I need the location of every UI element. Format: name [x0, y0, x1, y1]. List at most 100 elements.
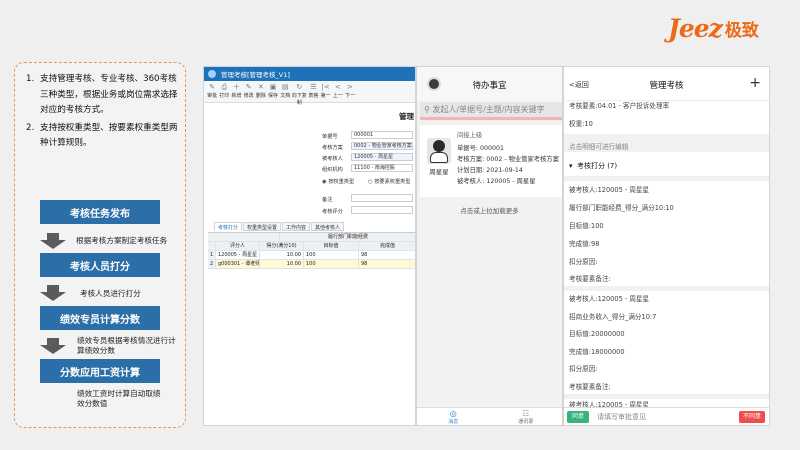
user-avatar-icon [427, 138, 451, 164]
opinion-input[interactable]: 请填写审批意见 [597, 411, 646, 423]
card-name: 周星星 [429, 168, 449, 176]
window-title: 管理考核[管理考核_V1] [221, 71, 290, 79]
toolbar-approve-button[interactable]: ✎ 审批 [206, 81, 218, 102]
step-publish: 考核任务发布 [40, 200, 160, 224]
todo-card[interactable]: 周星星 间接上级 单据号: 000001 考核方案: 0002 - 物业管家考核… [420, 125, 562, 197]
section-toggle[interactable]: ▾ 考核打分 (7) [569, 161, 617, 171]
tab-weight-settings[interactable]: 权重类型设置 [243, 222, 282, 231]
item-line: 目标值:100 [569, 222, 604, 230]
radio-label: 按要素权重类型 [374, 179, 411, 185]
window-titlebar: 管理考核[管理考核_V1] [204, 67, 415, 81]
feature-points: 1. 支持管理考核、专业考核、360考核三种类型，根据业务或岗位需求选择对应的考… [18, 72, 182, 152]
edit-icon: ✎ [245, 83, 252, 91]
detail-title: 管理考核 [649, 81, 684, 91]
agree-button[interactable]: 同意 [567, 411, 589, 423]
tab-other-raters[interactable]: 其他考核人 [311, 222, 345, 231]
grid-header: 评分人 得分(满分10) 目标值 完成值 [208, 242, 415, 251]
mobile-detail-screen: <返回 管理考核 + 考核要素:04.01 - 客户投诉处理率 权重:10 点击… [563, 66, 770, 426]
cell-score[interactable]: 10.00 [260, 251, 304, 259]
card-line: 计划日期: 2021-09-14 [457, 167, 523, 174]
toolbar-delete-button[interactable]: ✕ 删除 [255, 81, 267, 102]
toolbar-prev-button[interactable]: < 上一 [332, 81, 344, 102]
radio-factor-weight-type[interactable]: ○ 按要素权重类型 [368, 178, 411, 185]
doc-number-field[interactable]: 000001 [351, 131, 413, 139]
item-line: 完成值:18000000 [569, 348, 625, 356]
table-icon: ☰ [310, 83, 317, 91]
table-row[interactable]: 2 g000301 - 谭老师 10.00 100 98 [208, 260, 415, 269]
item-line: 目标值:20000000 [569, 330, 625, 338]
next-icon: > [347, 83, 353, 91]
toolbar-edit-button[interactable]: ✎ 修改 [243, 81, 255, 102]
remark-field[interactable] [351, 194, 413, 202]
field-label: 单据号 [322, 134, 338, 140]
step-desc: 绩效专员根据考核情况进行计算绩效分数 [77, 336, 176, 355]
todo-title: 待办事宜 [472, 81, 507, 91]
item-line: 被考核人:120005 - 周星星 [569, 186, 650, 194]
first-icon: |< [321, 83, 330, 91]
plan-field[interactable]: 0002 - 物业管家考核方案 [351, 142, 413, 150]
field-label: 被考核人 [322, 156, 343, 162]
step-desc: 根据考核方案制定考核任务 [76, 236, 168, 245]
radio-label: 按权重类型 [328, 179, 355, 185]
card-line: 被考核人: 120005 - 周星星 [457, 178, 536, 185]
field-label: 组织机构 [322, 167, 343, 173]
step-salary: 分数应用工资计算 [40, 359, 160, 383]
add-icon[interactable]: + [749, 75, 761, 91]
edit-hint: 点击明细可进行编辑 [569, 143, 629, 151]
card-line: 单据号: 000001 [457, 145, 505, 152]
card-level: 间接上级 [457, 132, 483, 139]
field-label: 备注 [322, 197, 333, 203]
grid-group-label: 履行部门职能经费 [280, 233, 415, 241]
radio-weight-type[interactable]: ◉ 按权重类型 [322, 178, 354, 185]
point-number: 1. [26, 74, 35, 84]
contacts-icon: ☷ [522, 409, 530, 418]
app-icon [208, 70, 216, 78]
delete-icon: ✕ [257, 83, 264, 91]
field-label: 考核评分 [322, 209, 343, 215]
toolbar-copy-down-button[interactable]: ↻ 向下复制 [291, 81, 307, 106]
table-row[interactable]: 1 120005 - 周星星 10.00 100 98 [208, 251, 415, 260]
score-field[interactable] [351, 206, 413, 214]
toolbar-print-button[interactable]: ⎙ 打印 [218, 81, 230, 102]
item-line: 扣分原因: [569, 365, 598, 373]
grid-group-header: 履行部门职能经费 [208, 233, 415, 242]
nav-contacts[interactable]: ☷ 通讯录 [490, 408, 563, 425]
tab-scoring[interactable]: 考核打分 [214, 222, 243, 231]
item-line: 扣分原因: [569, 258, 598, 266]
toolbar-new-button[interactable]: ＋新增 [230, 81, 242, 102]
org-field[interactable]: 11100 - 南海控股 [351, 164, 413, 172]
toolbar-next-button[interactable]: > 下一 [344, 81, 356, 102]
form-heading: 管理 [399, 112, 414, 121]
detail-header: <返回 管理考核 + [564, 67, 769, 101]
assessee-field[interactable]: 120005 - 周星星 [351, 153, 413, 161]
step-score: 考核人员打分 [40, 253, 160, 277]
plus-icon: ＋ [232, 83, 240, 91]
prev-icon: < [334, 83, 341, 91]
detail-tabs: 考核打分 权重类型设置 工作内容 其他考核人 [214, 222, 345, 231]
logo-en: Jeez [668, 13, 723, 43]
logo-cn: 极致 [724, 20, 759, 41]
todo-search-input[interactable]: ⚲ 发起人/单据号/主题/内容关键字 [420, 102, 562, 120]
print-icon: ⎙ [221, 83, 228, 91]
down-arrow-icon [40, 285, 66, 301]
toolbar-doc-button[interactable]: ▤ 文档 [279, 81, 291, 102]
toolbar-table-button[interactable]: ☰ 表格 [307, 81, 319, 102]
disagree-button[interactable]: 不同意 [739, 411, 765, 423]
factor-text: 考核要素:04.01 - 客户投诉处理率 [569, 102, 670, 110]
step-calc: 绩效专员计算分数 [40, 306, 160, 330]
load-more[interactable]: 点击或上拉加载更多 [417, 205, 562, 215]
toolbar-save-button[interactable]: ▣ 保存 [267, 81, 279, 102]
tab-work-content[interactable]: 工作内容 [282, 222, 311, 231]
point-text: 支持按权重类型、按要素权重类型两种计算规则。 [40, 122, 178, 149]
item-line: 考核要素备注: [569, 275, 611, 283]
brand-logo: Jeez 极致 [668, 12, 780, 44]
field-label: 考核方案 [322, 145, 343, 151]
cell-rater: 120005 - 周星星 [216, 251, 260, 259]
nav-messages[interactable]: ◎ 消息 [417, 408, 490, 425]
cell-score[interactable]: 10.00 [260, 260, 304, 268]
down-arrow-icon [40, 233, 66, 249]
toolbar-first-button[interactable]: |< 第一 [320, 81, 332, 102]
row-number: 2 [208, 260, 216, 268]
down-arrow-icon [40, 338, 66, 354]
column-header: 完成值 [359, 242, 415, 250]
